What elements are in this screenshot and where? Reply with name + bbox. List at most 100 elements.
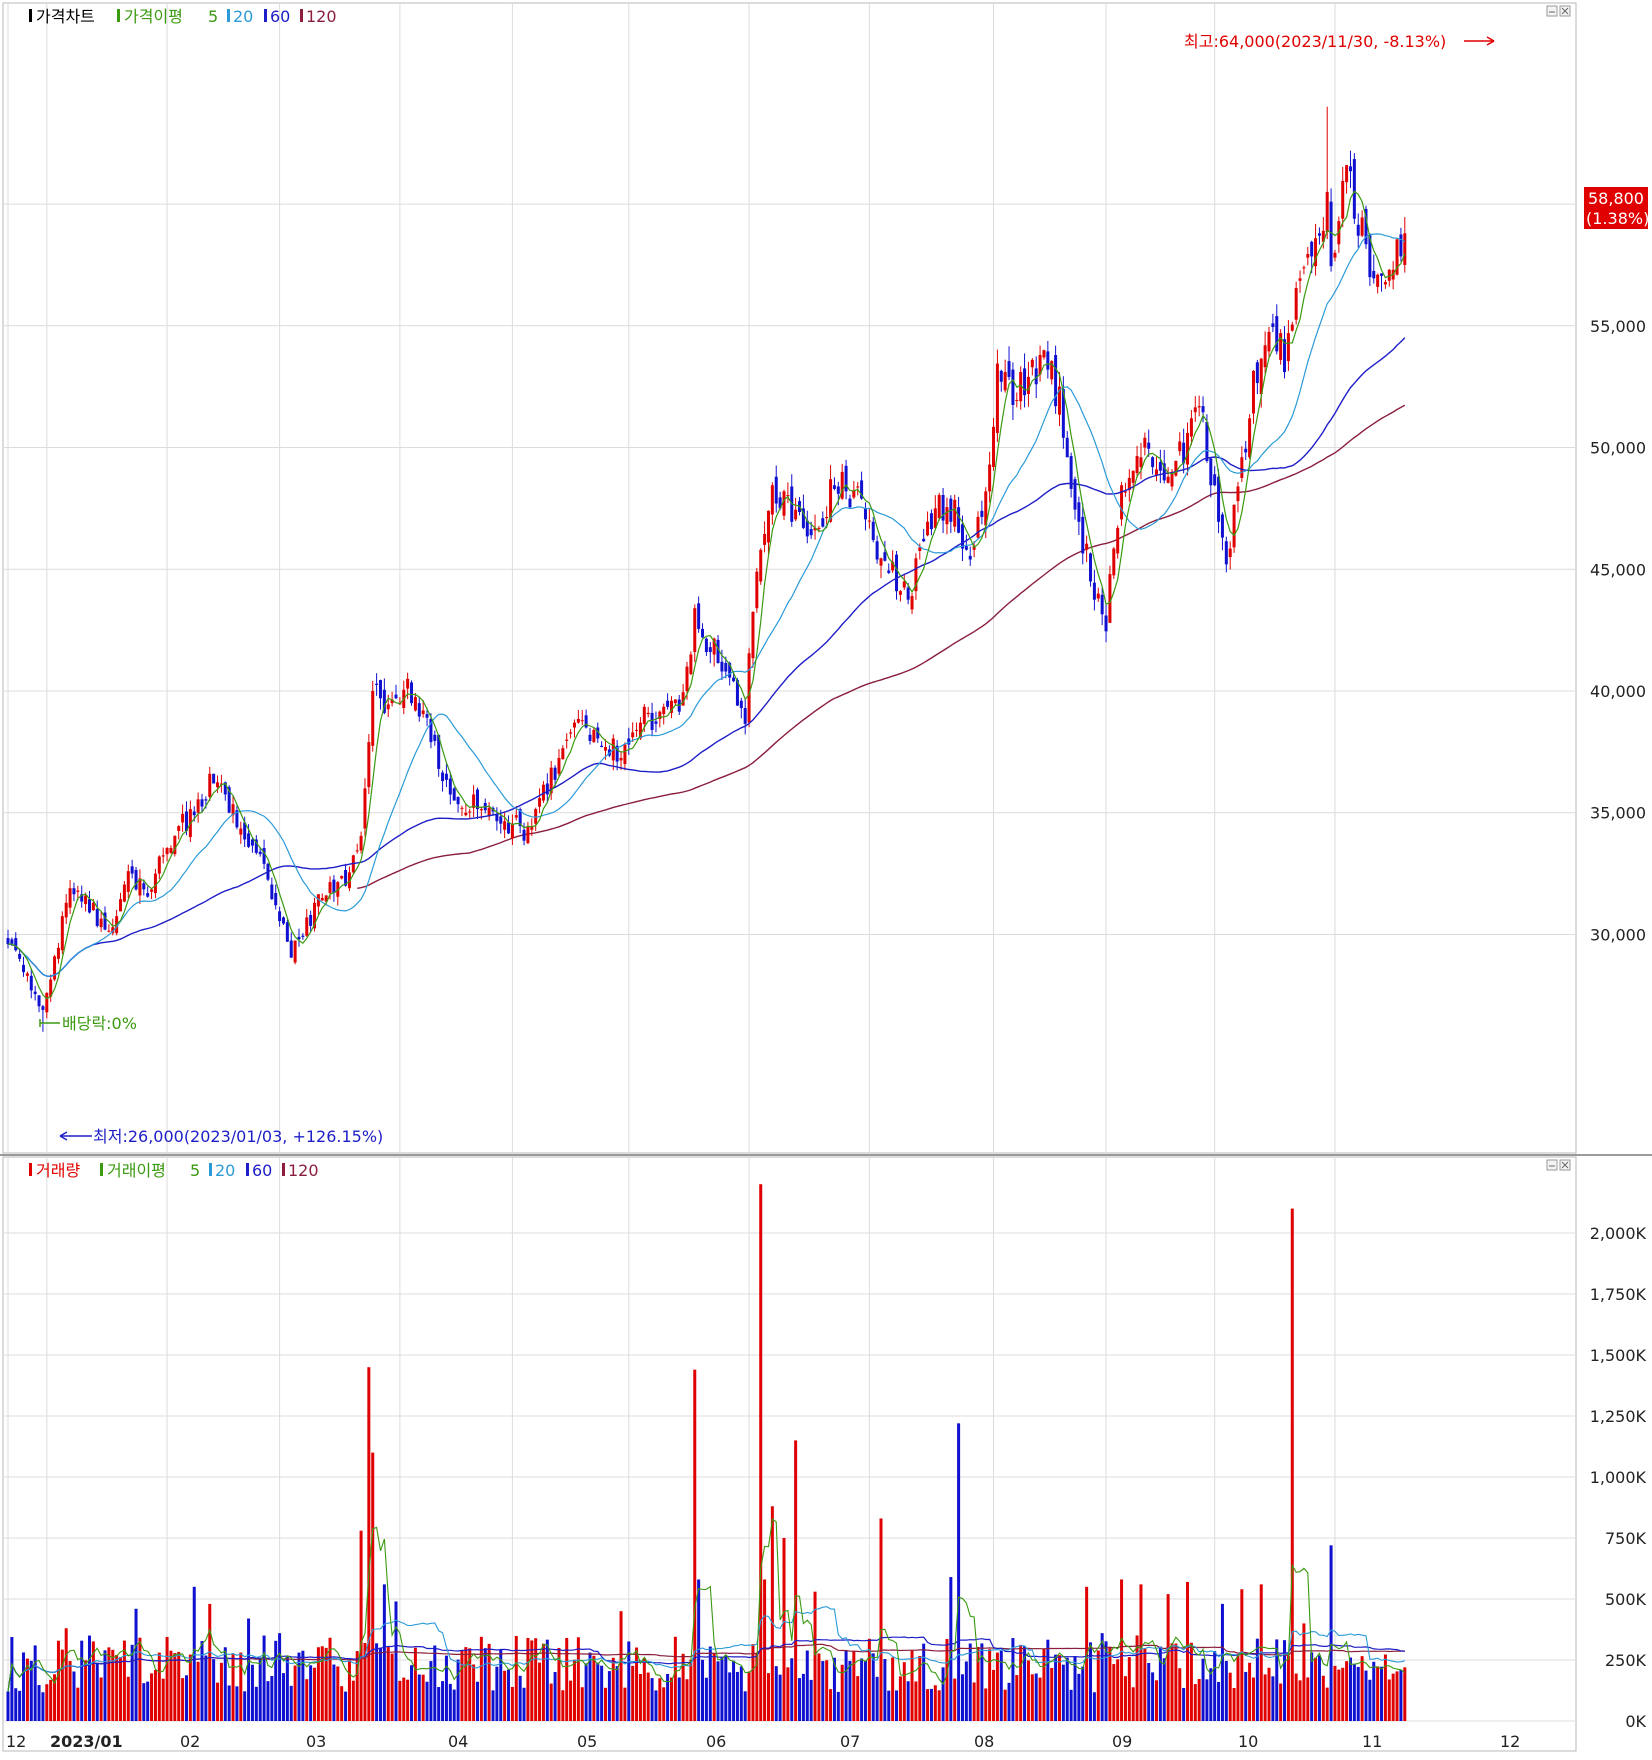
volume-bar	[875, 1676, 879, 1721]
candle-body	[328, 882, 332, 894]
candle-body	[584, 715, 588, 728]
volume-bar	[1151, 1672, 1155, 1721]
volume-bar	[794, 1440, 798, 1721]
volume-bar	[1341, 1667, 1345, 1721]
candle-body	[119, 899, 123, 912]
candle-body	[1131, 470, 1135, 483]
candle-body	[906, 587, 910, 600]
price-panel-minimize-icon[interactable]	[1546, 5, 1558, 17]
candle-body	[572, 722, 576, 728]
volume-bar	[153, 1670, 157, 1721]
volume-bar	[1065, 1657, 1069, 1721]
volume-bar	[227, 1685, 231, 1721]
volume-bar	[437, 1687, 441, 1721]
volume-bar	[972, 1682, 976, 1721]
candle-body	[1224, 541, 1228, 565]
volume-bar	[534, 1638, 538, 1721]
candle-body	[759, 549, 763, 582]
volume-bar	[1081, 1666, 1085, 1721]
volume-bar	[701, 1659, 705, 1721]
candle-body	[1352, 159, 1356, 219]
volume-legend-chart-label: 거래량	[36, 1161, 80, 1180]
volume-bar	[1054, 1654, 1058, 1721]
volume-bar	[231, 1654, 235, 1721]
volume-bar	[394, 1601, 398, 1721]
volume-bar	[584, 1663, 588, 1721]
volume-bar	[1267, 1667, 1271, 1721]
candle-body	[514, 815, 518, 818]
candle-body	[883, 552, 887, 561]
candle-body	[545, 783, 549, 795]
volume-bar	[1325, 1687, 1329, 1721]
candle-body	[1228, 548, 1232, 558]
volume-legend-marker	[29, 1163, 32, 1176]
candle-body	[95, 908, 99, 926]
candle-body	[45, 992, 49, 1013]
low-annotation: 최저:26,000(2023/01/03, +126.15%)	[59, 1127, 383, 1146]
candle-body	[1104, 615, 1108, 632]
volume-bar	[1286, 1655, 1290, 1721]
candle-body	[1380, 273, 1384, 276]
volume-bar	[142, 1683, 146, 1721]
volume-bar	[1263, 1674, 1267, 1721]
candle-body	[359, 835, 363, 851]
volume-bar	[6, 1691, 10, 1721]
candle-body	[650, 712, 654, 730]
volume-bar	[902, 1662, 906, 1721]
volume-bar	[1232, 1688, 1236, 1721]
volume-bar	[456, 1659, 460, 1721]
volume-bar	[592, 1655, 596, 1721]
volume-bar	[1387, 1679, 1391, 1721]
x-axis-label: 08	[974, 1732, 994, 1751]
volume-bar	[119, 1657, 123, 1721]
volume-y-tick-label: 500K	[1605, 1590, 1647, 1609]
candle-body	[902, 581, 906, 588]
volume-bar	[914, 1681, 918, 1721]
candle-body	[770, 485, 774, 515]
volume-bar	[844, 1650, 848, 1721]
candle-body	[999, 370, 1003, 382]
candle-body	[1209, 458, 1213, 486]
volume-bar	[960, 1674, 964, 1721]
volume-bar	[1077, 1673, 1081, 1721]
candle-body	[340, 876, 344, 879]
candle-body	[29, 975, 33, 991]
candle-body	[1112, 548, 1116, 576]
volume-bar	[1123, 1676, 1127, 1721]
candle-body	[856, 486, 860, 488]
volume-bar	[530, 1640, 534, 1721]
volume-bar	[293, 1665, 297, 1721]
volume-bar	[1298, 1680, 1302, 1721]
volume-bar	[1356, 1666, 1360, 1721]
volume-bar	[472, 1664, 476, 1721]
volume-bar	[720, 1657, 724, 1721]
candle-body	[1360, 217, 1364, 236]
candle-body	[720, 661, 724, 672]
candle-body	[37, 995, 41, 1007]
volume-bar	[1302, 1623, 1306, 1721]
volume-bar	[545, 1639, 549, 1721]
volume-bar	[1333, 1665, 1337, 1721]
candle-body	[122, 884, 126, 902]
candle-body	[456, 796, 460, 805]
volume-bar	[1162, 1658, 1166, 1721]
candle-body	[1003, 372, 1007, 391]
volume-bar	[359, 1530, 363, 1721]
candle-body	[821, 518, 825, 527]
candle-body	[708, 647, 712, 653]
volume-bar	[1057, 1655, 1061, 1721]
candle-body	[1376, 274, 1380, 287]
volume-panel-minimize-icon[interactable]	[1546, 1159, 1558, 1171]
candle-body	[964, 546, 968, 550]
candle-body	[604, 746, 608, 751]
volume-bar	[569, 1680, 573, 1721]
last-price-tag: 58,800 (1.38%)	[1584, 187, 1649, 229]
candle-body	[18, 953, 22, 959]
volume-bar	[1120, 1579, 1124, 1721]
candle-body	[270, 884, 274, 900]
volume-bar	[879, 1518, 883, 1721]
volume-bar	[646, 1672, 650, 1721]
volume-bar	[650, 1678, 654, 1721]
candle-body	[421, 710, 425, 715]
volume-bar	[1050, 1667, 1054, 1721]
